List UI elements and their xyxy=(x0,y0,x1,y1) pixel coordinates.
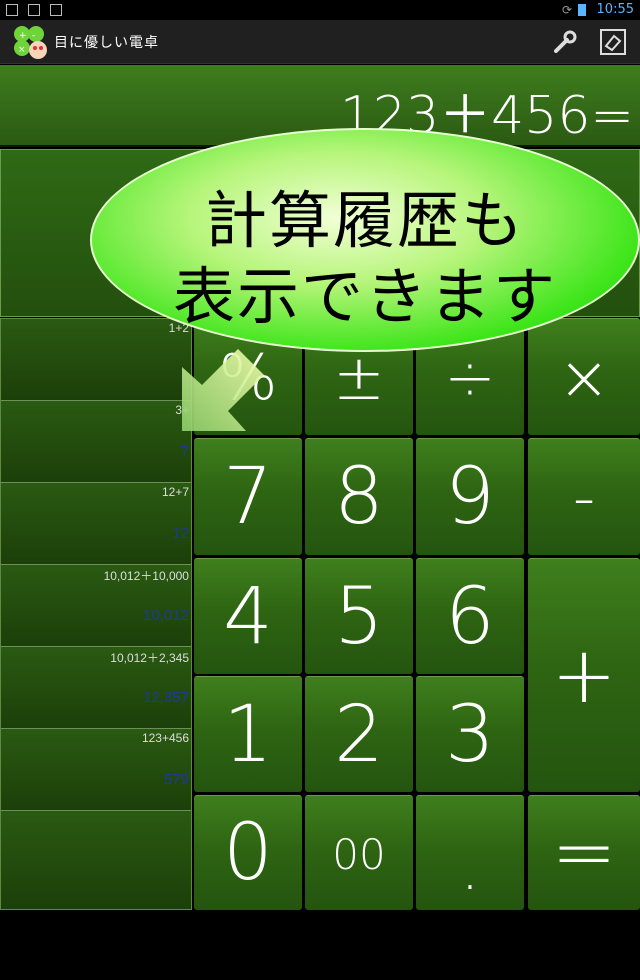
history-expression: 12+7 xyxy=(161,485,189,499)
zero-key[interactable]: 0 xyxy=(194,795,302,910)
history-result: 579 xyxy=(163,771,189,788)
clear-history-button[interactable] xyxy=(598,27,628,57)
history-panel[interactable]: 1+2 3+ 7 12+7 12 10,012＋10,000 10,012 10… xyxy=(0,318,192,910)
history-result: 10,012 xyxy=(143,607,189,624)
history-expression: 10,012＋2,345 xyxy=(110,651,189,665)
eight-key[interactable]: 8 xyxy=(305,438,413,555)
status-bar: ⟳ 10:55 xyxy=(0,0,640,20)
action-bar: + - × 目に優しい電卓 xyxy=(0,20,640,64)
five-key[interactable]: 5 xyxy=(305,558,413,674)
sync-icon: ⟳ xyxy=(561,3,572,17)
plus-key[interactable]: + xyxy=(528,558,640,792)
settings-button[interactable] xyxy=(550,27,580,57)
history-item[interactable]: 123+456 579 xyxy=(1,729,191,811)
history-result: 12 xyxy=(172,525,189,542)
svg-text:×: × xyxy=(18,45,26,55)
history-item[interactable]: 3+ 7 xyxy=(1,401,191,483)
download-icon xyxy=(6,4,18,16)
two-key[interactable]: 2 xyxy=(305,676,413,792)
history-item[interactable]: 10,012＋2,345 12,357 xyxy=(1,647,191,729)
history-item[interactable]: 10,012＋10,000 10,012 xyxy=(1,565,191,647)
history-result: 12,357 xyxy=(143,689,189,706)
minus-key[interactable]: - xyxy=(528,438,640,555)
status-time: 10:55 xyxy=(596,2,634,17)
double-zero-key[interactable]: 00 xyxy=(305,795,413,910)
wrench-icon xyxy=(554,30,577,53)
decimal-key[interactable]: . xyxy=(416,795,524,910)
svg-text:-: - xyxy=(32,31,35,41)
equals-key[interactable]: = xyxy=(528,795,640,910)
pointer-arrow-icon xyxy=(182,349,264,431)
battery-icon xyxy=(578,4,586,16)
app-title: 目に優しい電卓 xyxy=(54,35,159,51)
seven-key[interactable]: 7 xyxy=(194,438,302,555)
history-expression: 123+456 xyxy=(141,731,189,745)
nine-key[interactable]: 9 xyxy=(416,438,524,555)
three-key[interactable]: 3 xyxy=(416,676,524,792)
promo-bubble: 計算履歴も 表示できます xyxy=(90,128,640,352)
history-item[interactable] xyxy=(1,811,191,909)
history-result: 7 xyxy=(180,443,189,460)
one-key[interactable]: 1 xyxy=(194,676,302,792)
history-item[interactable]: 12+7 12 xyxy=(1,483,191,565)
history-expression: 10,012＋10,000 xyxy=(103,569,189,583)
six-key[interactable]: 6 xyxy=(416,558,524,674)
promo-text-line2: 表示できます xyxy=(172,260,557,333)
eraser-icon xyxy=(600,29,626,55)
camera-icon xyxy=(50,4,62,16)
clover-logo-icon: + - × xyxy=(14,26,47,59)
image-icon xyxy=(28,4,40,16)
four-key[interactable]: 4 xyxy=(194,558,302,674)
svg-text:+: + xyxy=(19,31,27,41)
